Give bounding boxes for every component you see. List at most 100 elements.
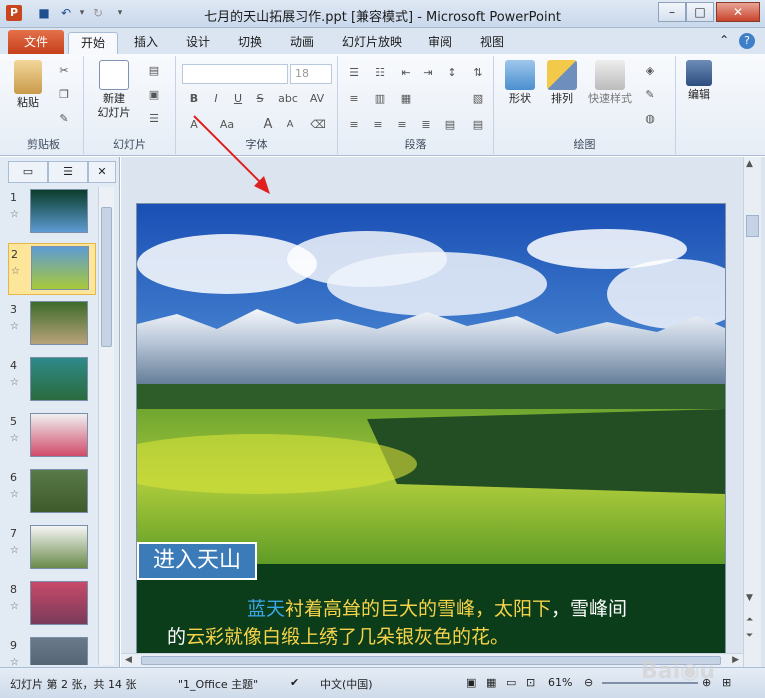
- decrease-indent-icon[interactable]: ⇤: [398, 66, 414, 80]
- align-text-icon[interactable]: ≡: [346, 92, 362, 106]
- slide-thumbnail-2[interactable]: 2 ☆: [8, 243, 96, 295]
- reset-icon[interactable]: ▣: [146, 88, 162, 102]
- slides-group: 新建 幻灯片 ▤ ▣ ☰ 幻灯片: [84, 56, 176, 154]
- copy-icon[interactable]: ❐: [56, 88, 72, 102]
- minimize-button[interactable]: –: [658, 2, 686, 22]
- shape-fill-icon[interactable]: ◈: [642, 64, 658, 78]
- cut-icon[interactable]: ✂: [56, 64, 72, 78]
- zoom-level[interactable]: 61%: [548, 676, 572, 689]
- layout-icon[interactable]: ▤: [146, 64, 162, 78]
- tab-design[interactable]: 设计: [176, 32, 220, 54]
- fit-to-window-icon[interactable]: ⊞: [722, 676, 731, 689]
- slide-thumbnail-9[interactable]: 9 ☆: [8, 635, 96, 665]
- scroll-down-icon[interactable]: ▼: [746, 593, 753, 603]
- align-right-icon[interactable]: ≡: [394, 118, 410, 132]
- close-button[interactable]: ✕: [716, 2, 760, 22]
- vertical-scroll-thumb[interactable]: [746, 215, 759, 237]
- theme-status[interactable]: "1_Office 主题": [178, 676, 258, 692]
- thumbnail-image: [30, 525, 88, 569]
- tab-file[interactable]: 文件: [8, 30, 64, 54]
- editor-vertical-scrollbar[interactable]: ▲ ▼ ⏶ ⏷: [743, 157, 761, 667]
- slide-thumbnail-7[interactable]: 7 ☆: [8, 523, 96, 575]
- underline-button[interactable]: U: [230, 92, 246, 106]
- quick-styles-button[interactable]: 快速样式: [582, 60, 638, 106]
- collapse-ribbon-icon[interactable]: ⌃: [719, 33, 729, 47]
- convert-smartart-icon[interactable]: ▧: [470, 92, 486, 106]
- editing-button[interactable]: 编辑: [680, 60, 718, 102]
- increase-indent-icon[interactable]: ⇥: [420, 66, 436, 80]
- tab-slideshow[interactable]: 幻灯片放映: [334, 32, 410, 54]
- horizontal-scroll-thumb[interactable]: [141, 656, 721, 665]
- tab-view[interactable]: 视图: [470, 32, 514, 54]
- shadow-button[interactable]: abc: [276, 92, 300, 106]
- caption-of: 的: [167, 626, 187, 648]
- grow-font-button[interactable]: A: [260, 118, 276, 132]
- align-left-icon[interactable]: ≡: [346, 118, 362, 132]
- align-text-vertical-icon[interactable]: ▤: [470, 118, 486, 132]
- shapes-button[interactable]: 形状: [500, 60, 540, 106]
- smartart-icon[interactable]: ▦: [398, 92, 414, 106]
- ribbon-tabs: 文件 开始 插入 设计 切换 动画 幻灯片放映 审阅 视图 ⌃ ?: [0, 28, 765, 54]
- slide-thumbnail-4[interactable]: 4 ☆: [8, 355, 96, 407]
- reading-view-icon[interactable]: ▭: [506, 676, 516, 689]
- bold-button[interactable]: B: [186, 92, 202, 106]
- slide-sorter-icon[interactable]: ▦: [486, 676, 496, 689]
- font-size-combo[interactable]: 18: [290, 64, 332, 84]
- scroll-up-icon[interactable]: ▲: [746, 159, 753, 169]
- normal-view-icon[interactable]: ▣: [466, 676, 476, 689]
- next-slide-icon[interactable]: ⏷: [746, 631, 753, 641]
- slide-title-box[interactable]: 进入天山: [137, 542, 257, 580]
- strikethrough-button[interactable]: S: [252, 92, 268, 106]
- tab-insert[interactable]: 插入: [124, 32, 168, 54]
- line-spacing-icon[interactable]: ↕: [444, 66, 460, 80]
- zoom-out-icon[interactable]: ⊖: [584, 676, 593, 689]
- previous-slide-icon[interactable]: ⏶: [746, 615, 753, 625]
- shape-effects-icon[interactable]: ◍: [642, 112, 658, 126]
- format-painter-icon[interactable]: ✎: [56, 112, 72, 126]
- new-slide-button[interactable]: 新建 幻灯片: [90, 60, 138, 120]
- tab-animations[interactable]: 动画: [280, 32, 324, 54]
- clear-formatting-icon[interactable]: ⌫: [310, 118, 326, 132]
- tab-transitions[interactable]: 切换: [228, 32, 272, 54]
- thumbnail-scrollbar[interactable]: [98, 187, 114, 665]
- align-center-icon[interactable]: ≡: [370, 118, 386, 132]
- language-status[interactable]: 中文(中国): [320, 676, 373, 692]
- thumbnail-scroll-thumb[interactable]: [101, 207, 112, 347]
- title-bar: P ■ ↶ ▾ ↻ ▾ 七月的天山拓展习作.ppt [兼容模式] - Micro…: [0, 0, 765, 28]
- font-color-button[interactable]: A: [186, 118, 202, 132]
- change-case-button[interactable]: Aa: [216, 118, 238, 132]
- font-name-combo[interactable]: [182, 64, 288, 84]
- maximize-button[interactable]: □: [686, 2, 714, 22]
- close-panel-button[interactable]: ✕: [88, 161, 116, 183]
- arrange-button[interactable]: 排列: [542, 60, 582, 106]
- italic-button[interactable]: I: [208, 92, 224, 106]
- slideshow-view-icon[interactable]: ⊡: [526, 676, 535, 689]
- tab-home[interactable]: 开始: [68, 32, 118, 54]
- tab-slides-view[interactable]: ▭: [8, 161, 48, 183]
- scroll-left-icon[interactable]: ◀: [125, 655, 132, 665]
- animation-star-icon: ☆: [10, 377, 19, 388]
- distribute-icon[interactable]: ▤: [442, 118, 458, 132]
- section-icon[interactable]: ☰: [146, 112, 162, 126]
- shape-outline-icon[interactable]: ✎: [642, 88, 658, 102]
- spell-check-icon[interactable]: ✔: [290, 676, 299, 689]
- tab-outline-view[interactable]: ☰: [48, 161, 88, 183]
- help-icon[interactable]: ?: [739, 33, 755, 49]
- shrink-font-button[interactable]: A: [282, 118, 298, 132]
- thumbnail-number: 9: [10, 639, 17, 652]
- justify-icon[interactable]: ≣: [418, 118, 434, 132]
- slide-thumbnail-5[interactable]: 5 ☆: [8, 411, 96, 463]
- text-direction-icon[interactable]: ⇅: [470, 66, 486, 80]
- current-slide[interactable]: 蓝天衬着高耸的巨大的雪峰，太阳下，雪峰间 的云彩就像白缎上绣了几朵银灰色的花。 …: [136, 203, 726, 658]
- scroll-right-icon[interactable]: ▶: [732, 655, 739, 665]
- numbering-icon[interactable]: ☷: [372, 66, 388, 80]
- bullets-icon[interactable]: ☰: [346, 66, 362, 80]
- slide-thumbnail-8[interactable]: 8 ☆: [8, 579, 96, 631]
- paste-button[interactable]: 粘贴: [8, 60, 48, 110]
- slide-thumbnail-1[interactable]: 1 ☆: [8, 187, 96, 239]
- char-spacing-button[interactable]: AV: [306, 92, 328, 106]
- slide-thumbnail-6[interactable]: 6 ☆: [8, 467, 96, 519]
- columns-icon[interactable]: ▥: [372, 92, 388, 106]
- tab-review[interactable]: 审阅: [418, 32, 462, 54]
- slide-thumbnail-3[interactable]: 3 ☆: [8, 299, 96, 351]
